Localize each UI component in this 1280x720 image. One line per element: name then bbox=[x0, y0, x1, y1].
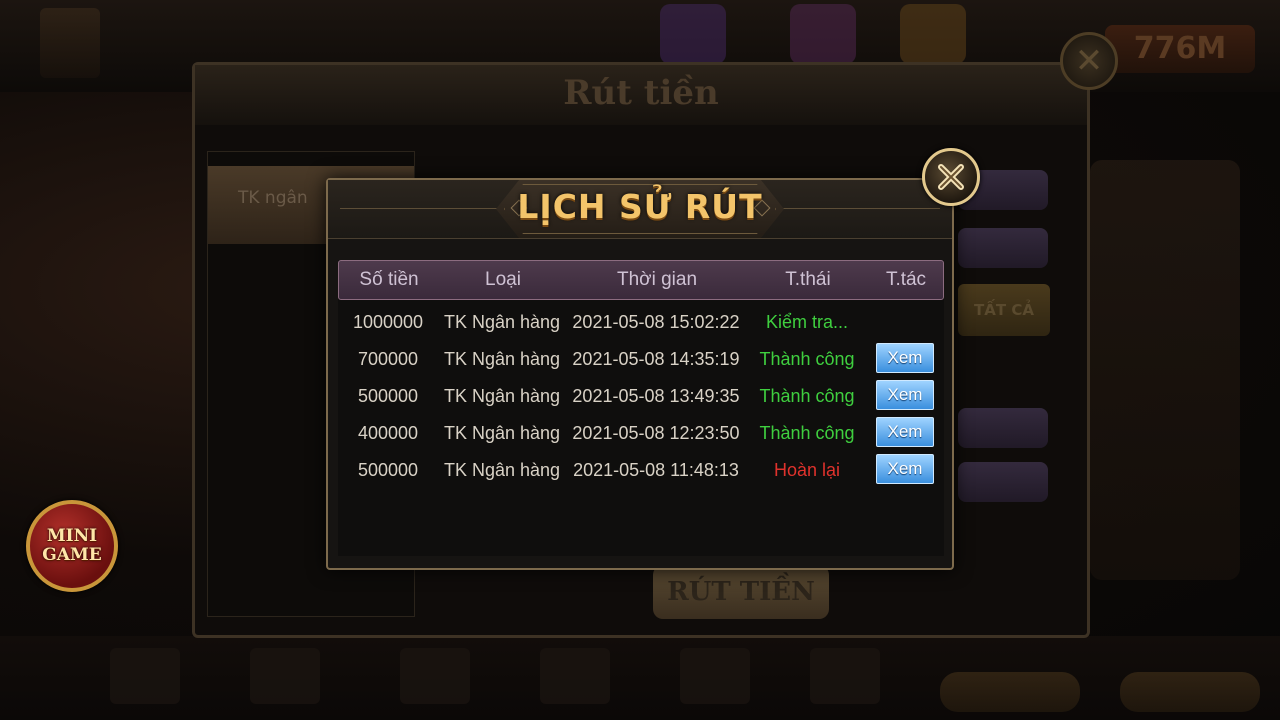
minigame-label-1: MINI bbox=[46, 526, 98, 546]
cell-time: 2021-05-08 15:02:22 bbox=[572, 312, 740, 332]
cell-type: TK Ngân hàng bbox=[443, 423, 561, 443]
column-header-amount: Số tiền bbox=[359, 269, 419, 290]
cell-amount: 500000 bbox=[357, 386, 419, 406]
withdraw-title: Rút tiền bbox=[563, 73, 719, 113]
view-button[interactable]: Xem bbox=[876, 343, 934, 373]
withdraw-history-dialog: LỊCH SỬ RÚT Số tiền Loại Thời gian T.thá… bbox=[326, 178, 954, 570]
game-icon bbox=[900, 4, 966, 64]
bottom-button bbox=[1120, 672, 1260, 712]
withdraw-header: Rút tiền bbox=[195, 65, 1087, 125]
all-button: TẤT CẢ bbox=[958, 284, 1050, 336]
bottom-button bbox=[940, 672, 1080, 712]
cell-amount: 1000000 bbox=[352, 312, 424, 332]
bottom-nav-item bbox=[680, 648, 750, 704]
column-header-type: Loại bbox=[485, 269, 521, 290]
cell-type: TK Ngân hàng bbox=[443, 460, 561, 480]
cell-time: 2021-05-08 12:23:50 bbox=[572, 423, 740, 443]
view-button[interactable]: Xem bbox=[876, 380, 934, 410]
table-header: Số tiền Loại Thời gian T.thái T.tác bbox=[338, 260, 944, 300]
view-button[interactable]: Xem bbox=[876, 417, 934, 447]
column-header-status: T.thái bbox=[785, 269, 831, 290]
cell-status: Kiểm tra... bbox=[765, 312, 849, 332]
cell-type: TK Ngân hàng bbox=[443, 312, 561, 332]
column-header-time: Thời gian bbox=[616, 269, 698, 290]
view-button[interactable]: Xem bbox=[876, 454, 934, 484]
game-icon bbox=[660, 4, 726, 64]
avatar bbox=[40, 8, 100, 78]
cell-amount: 700000 bbox=[357, 349, 419, 369]
bottom-nav-item bbox=[540, 648, 610, 704]
side-game-list bbox=[1090, 160, 1240, 580]
close-glyph-icon bbox=[938, 164, 964, 190]
withdraw-submit-button: RÚT TIỀN bbox=[653, 565, 829, 619]
cell-time: 2021-05-08 11:48:13 bbox=[573, 460, 739, 480]
bottom-nav-item bbox=[400, 648, 470, 704]
option-pill bbox=[958, 462, 1048, 502]
dialog-title: LỊCH SỬ RÚT bbox=[517, 187, 763, 226]
bottom-nav-item bbox=[250, 648, 320, 704]
table-row: 700000 TK Ngân hàng 2021-05-08 14:35:19 Thà… bbox=[338, 341, 944, 378]
minigame-button[interactable]: MINI GAME bbox=[26, 500, 118, 592]
option-pill bbox=[958, 408, 1048, 448]
cell-type: TK Ngân hàng bbox=[443, 386, 561, 406]
table-row: 1000000 TK Ngân hàng 2021-05-08 15:02:22 Ki… bbox=[338, 304, 944, 341]
bottom-nav-item bbox=[110, 648, 180, 704]
cell-time: 2021-05-08 13:49:35 bbox=[572, 386, 740, 406]
bottom-nav-item bbox=[810, 648, 880, 704]
option-pill bbox=[958, 228, 1048, 268]
column-header-action: T.tác bbox=[885, 269, 927, 290]
dialog-header: LỊCH SỬ RÚT bbox=[328, 180, 952, 239]
cell-status: Thành công bbox=[759, 386, 855, 406]
cell-time: 2021-05-08 14:35:19 bbox=[572, 349, 740, 369]
cell-type: TK Ngân hàng bbox=[443, 349, 561, 369]
cell-status: Thành công bbox=[759, 349, 855, 369]
cell-amount: 500000 bbox=[357, 460, 419, 480]
panel-close-icon: ✕ bbox=[1060, 32, 1118, 90]
close-icon[interactable] bbox=[922, 148, 980, 206]
bottom-nav bbox=[0, 636, 1280, 720]
history-table: Số tiền Loại Thời gian T.thái T.tác 1000… bbox=[338, 260, 944, 556]
table-row: 500000 TK Ngân hàng 2021-05-08 13:49:35 Thà… bbox=[338, 378, 944, 415]
minigame-label-2: GAME bbox=[42, 545, 102, 565]
game-icon bbox=[790, 4, 856, 64]
cell-amount: 400000 bbox=[357, 423, 419, 443]
table-row: 500000 TK Ngân hàng 2021-05-08 11:48:13 Hoà… bbox=[338, 452, 944, 489]
table-row: 400000 TK Ngân hàng 2021-05-08 12:23:50 Thà… bbox=[338, 415, 944, 452]
cell-status: Thành công bbox=[759, 423, 855, 443]
cell-status: Hoàn lại bbox=[773, 460, 841, 480]
balance-display: 776M bbox=[1105, 25, 1255, 73]
